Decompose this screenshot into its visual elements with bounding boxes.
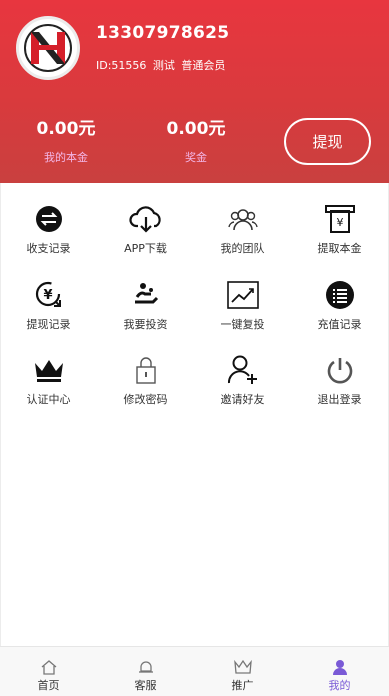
list-circle-icon bbox=[323, 278, 357, 312]
tab-label: 客服 bbox=[134, 679, 157, 692]
tab-service[interactable]: 客服 bbox=[97, 647, 194, 696]
avatar[interactable] bbox=[16, 16, 80, 80]
invest-hand-icon bbox=[129, 278, 163, 312]
user-info: ID:51556 测试 普通会员 bbox=[96, 57, 228, 73]
user-icon bbox=[291, 653, 388, 675]
tab-mine[interactable]: 我的 bbox=[291, 647, 388, 696]
menu-item-withdraw-principal[interactable]: ¥ 提取本金 bbox=[291, 202, 388, 256]
menu-item-invest[interactable]: 我要投资 bbox=[97, 278, 194, 332]
menu-item-verification[interactable]: 认证中心 bbox=[0, 353, 97, 407]
menu-label: 我要投资 bbox=[123, 318, 168, 331]
menu-label: 收支记录 bbox=[26, 242, 71, 255]
cloud-download-icon bbox=[128, 202, 163, 236]
tab-label: 我的 bbox=[328, 679, 351, 692]
principal-stat: 0.00元 我的本金 bbox=[11, 114, 121, 165]
principal-amount: 0.00元 bbox=[36, 119, 96, 139]
menu-item-change-password[interactable]: 修改密码 bbox=[97, 353, 194, 407]
add-user-icon bbox=[226, 353, 260, 387]
brand-logo-icon bbox=[21, 21, 75, 75]
bonus-label: 奖金 bbox=[185, 151, 207, 164]
crown-outline-icon bbox=[194, 653, 291, 675]
tab-promote[interactable]: 推广 bbox=[194, 647, 291, 696]
lock-icon bbox=[129, 353, 163, 387]
withdraw-button[interactable]: 提现 bbox=[284, 118, 371, 165]
menu-item-app-download[interactable]: APP下载 bbox=[97, 202, 194, 256]
menu-label: 提现记录 bbox=[26, 318, 71, 331]
menu-label: APP下载 bbox=[124, 242, 167, 255]
menu-item-recharge-records[interactable]: 充值记录 bbox=[291, 278, 388, 332]
menu-label: 退出登录 bbox=[317, 393, 362, 406]
yen-refresh-icon: ¥ bbox=[32, 278, 66, 312]
tab-home[interactable]: 首页 bbox=[0, 647, 97, 696]
svg-text:¥: ¥ bbox=[43, 288, 52, 303]
trend-chart-icon bbox=[226, 278, 260, 312]
menu-label: 认证中心 bbox=[26, 393, 71, 406]
svg-text:¥: ¥ bbox=[336, 216, 343, 229]
menu-item-logout[interactable]: 退出登录 bbox=[291, 353, 388, 407]
menu-label: 我的团队 bbox=[220, 242, 265, 255]
menu-item-team[interactable]: 我的团队 bbox=[194, 202, 291, 256]
home-icon bbox=[0, 653, 97, 675]
menu-label: 提取本金 bbox=[317, 242, 362, 255]
user-phone: 13307978625 bbox=[96, 23, 230, 43]
menu-label: 一键复投 bbox=[220, 318, 265, 331]
menu-label: 修改密码 bbox=[123, 393, 168, 406]
user-name: 测试 bbox=[152, 59, 175, 72]
team-icon bbox=[226, 202, 260, 236]
crown-icon bbox=[32, 353, 66, 387]
menu-item-invite-friends[interactable]: 邀请好友 bbox=[194, 353, 291, 407]
bottom-tab-bar: 首页 客服 推广 我的 bbox=[0, 646, 389, 696]
profile-header: 13307978625 ID:51556 测试 普通会员 0.00元 我的本金 … bbox=[0, 0, 389, 183]
menu-item-reinvest[interactable]: 一键复投 bbox=[194, 278, 291, 332]
bonus-stat: 0.00元 奖金 bbox=[141, 114, 251, 165]
menu-item-withdraw-records[interactable]: ¥ 提现记录 bbox=[0, 278, 97, 332]
principal-label: 我的本金 bbox=[44, 151, 88, 164]
tab-label: 推广 bbox=[231, 679, 254, 692]
user-level: 普通会员 bbox=[181, 59, 226, 72]
menu-label: 充值记录 bbox=[317, 318, 362, 331]
power-icon bbox=[323, 353, 357, 387]
atm-yen-icon: ¥ bbox=[323, 202, 357, 236]
tab-label: 首页 bbox=[37, 679, 60, 692]
menu-item-transactions[interactable]: 收支记录 bbox=[0, 202, 97, 256]
menu-label: 邀请好友 bbox=[220, 393, 265, 406]
user-id: ID:51556 bbox=[96, 59, 147, 72]
bonus-amount: 0.00元 bbox=[166, 119, 226, 139]
bell-icon bbox=[97, 653, 194, 675]
exchange-icon bbox=[32, 202, 66, 236]
